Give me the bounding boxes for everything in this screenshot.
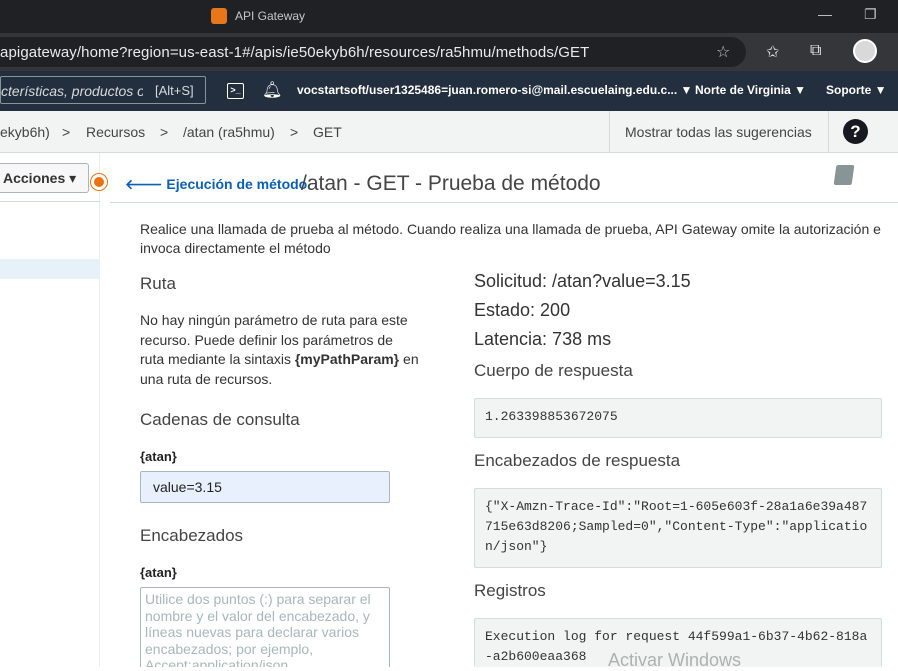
breadcrumb-method: GET: [313, 124, 342, 140]
activation-watermark: Activar Windows: [608, 650, 742, 670]
headers-textarea[interactable]: Utilice dos puntos (:) para separar el n…: [140, 587, 390, 667]
status-line: Estado: 200: [474, 300, 571, 320]
page-title: /atan - GET - Prueba de método: [301, 172, 601, 195]
documentation-book-icon[interactable]: [833, 165, 855, 185]
api-gateway-logo-icon: [211, 8, 227, 24]
breadcrumb-separator: >: [62, 124, 71, 140]
latency-line: Latencia: 738 ms: [474, 329, 612, 349]
path-heading: Ruta: [140, 274, 176, 293]
breadcrumb-api[interactable]: ekyb6h): [0, 124, 50, 140]
minimize-button[interactable]: —: [818, 6, 832, 22]
help-icon[interactable]: ?: [843, 119, 868, 144]
request-line: Solicitud: /atan?value=3.15: [474, 271, 691, 291]
support-menu[interactable]: Soporte ▼: [826, 83, 887, 97]
breadcrumb-resources[interactable]: Recursos: [86, 124, 145, 140]
headers-heading: Encabezados: [140, 526, 244, 545]
intro-text: Realice una llamada de prueba al método.…: [140, 221, 881, 256]
panel-resize-handle[interactable]: [91, 174, 107, 190]
divider: [0, 201, 100, 202]
headers-param-label: {atan}: [140, 565, 177, 580]
breadcrumb: ekyb6h) > Recursos > /atan (ra5hmu) > GE…: [0, 111, 898, 153]
selected-resource-row[interactable]: [0, 259, 100, 279]
query-param-label: {atan}: [140, 449, 177, 464]
divider: [609, 111, 610, 153]
response-body-box: 1.263398853672075: [474, 398, 882, 438]
cloudshell-icon[interactable]: >_: [227, 83, 244, 99]
query-strings-heading: Cadenas de consulta: [140, 410, 300, 429]
breadcrumb-separator: >: [160, 124, 169, 140]
path-param-syntax: {myPathParam}: [294, 351, 400, 367]
aws-navbar: cterísticas, productos o [Alt+S] >_ 🔔︎ v…: [0, 71, 898, 111]
resource-tree-panel: Acciones ▾: [0, 153, 100, 667]
breadcrumb-separator: >: [290, 124, 299, 140]
browser-title-bar: API Gateway — ❐: [0, 0, 898, 33]
logs-heading: Registros: [474, 581, 546, 600]
browser-toolbar: apigateway/home?region=us-east-1#/apis/i…: [0, 33, 898, 71]
window-title: API Gateway: [235, 9, 306, 23]
response-body-heading: Cuerpo de respuesta: [474, 361, 633, 380]
query-string-input[interactable]: value=3.15: [140, 471, 390, 503]
search-shortcut: [Alt+S]: [155, 83, 194, 98]
region-selector[interactable]: Norte de Virginia ▼: [695, 83, 806, 97]
address-bar[interactable]: apigateway/home?region=us-east-1#/apis/i…: [0, 37, 746, 67]
method-execution-back-link[interactable]: 🡐 Ejecución de método: [125, 176, 307, 193]
response-headers-heading: Encabezados de respuesta: [474, 451, 681, 470]
actions-dropdown-button[interactable]: Acciones ▾: [0, 163, 89, 193]
bookmark-add-icon[interactable]: ☆: [716, 42, 730, 62]
bell-icon[interactable]: 🔔︎: [262, 80, 282, 100]
show-suggestions-link[interactable]: Mostrar todas las sugerencias: [625, 124, 812, 140]
response-headers-box: {"X-Amzn-Trace-Id":"Root=1-605e603f-28a1…: [474, 488, 882, 568]
account-menu[interactable]: vocstartsoft/user1325486=juan.romero-si@…: [297, 83, 692, 97]
restore-button[interactable]: ❐: [864, 6, 877, 23]
service-search-input[interactable]: cterísticas, productos o [Alt+S]: [0, 76, 206, 104]
search-placeholder: cterísticas, productos o: [1, 83, 143, 99]
profile-avatar[interactable]: [853, 39, 877, 63]
url-text[interactable]: apigateway/home?region=us-east-1#/apis/i…: [0, 44, 589, 61]
collections-icon[interactable]: ⧉: [810, 42, 821, 60]
favorites-icon[interactable]: ✩: [766, 42, 779, 62]
path-description: No hay ningún parámetro de ruta para est…: [140, 312, 419, 387]
breadcrumb-resource[interactable]: /atan (ra5hmu): [183, 124, 275, 140]
divider: [110, 202, 898, 203]
divider: [828, 111, 829, 153]
